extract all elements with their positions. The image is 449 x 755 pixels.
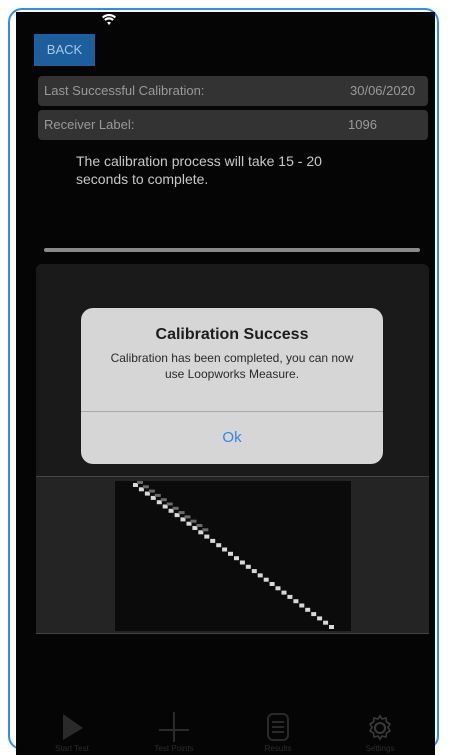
calibration-description: The calibration process will take 15 - 2…: [76, 153, 322, 187]
trace-glow: [166, 502, 173, 506]
calibration-plot: [36, 476, 429, 634]
tab-settings[interactable]: Settings: [330, 708, 430, 755]
calibration-progress-bar: [44, 248, 420, 252]
receiver-label-value: 1096: [348, 117, 377, 132]
dialog-message: Calibration has been completed, you can …: [110, 351, 354, 381]
tab-label: Settings: [365, 744, 395, 753]
trace-glow: [142, 485, 149, 489]
trace-point: [263, 577, 269, 582]
trace-point: [275, 586, 281, 591]
trace-point: [251, 569, 257, 574]
trace-point: [299, 603, 305, 608]
trace-point: [281, 590, 287, 595]
calibration-plot-area: [115, 481, 351, 631]
trace-point: [234, 556, 239, 561]
tab-results[interactable]: Results: [228, 708, 328, 755]
list-icon: [267, 713, 289, 741]
play-icon: [63, 714, 83, 740]
dialog-title: Calibration Success: [155, 326, 309, 343]
tab-start-test[interactable]: Start Test: [22, 708, 122, 755]
tab-label: Test Points: [154, 744, 194, 753]
trace-point: [245, 564, 251, 569]
trace-glow: [178, 511, 185, 515]
tab-test-points[interactable]: Test Points: [124, 708, 224, 755]
trace-glow: [172, 506, 179, 510]
trace-point: [239, 560, 245, 565]
trace-point: [269, 582, 275, 586]
receiver-label-row: Receiver Label: 1096: [38, 110, 428, 140]
trace-glow: [154, 493, 161, 497]
back-button[interactable]: BACK: [34, 34, 95, 66]
calibration-success-dialog: Calibration Success Calibration has been…: [81, 308, 383, 464]
crosshair-icon: [159, 712, 189, 742]
last-calibration-label: Last Successful Calibration:: [44, 83, 205, 98]
trace-point: [329, 625, 334, 629]
app-screen: BACK Last Successful Calibration: 30/06/…: [16, 12, 435, 755]
trace-point: [204, 534, 210, 539]
trace-glow: [137, 481, 143, 484]
trace-point: [287, 594, 293, 599]
wifi-icon: [102, 14, 116, 25]
trace-point: [210, 538, 216, 543]
trace-glow: [196, 524, 203, 527]
gear-icon: [368, 714, 392, 741]
trace-point: [222, 547, 228, 552]
trace-glow: [148, 489, 155, 493]
trace-point: [216, 543, 222, 548]
tab-label: Results: [264, 744, 292, 753]
trace-glow: [190, 519, 197, 523]
trace-glow: [184, 515, 191, 519]
calibration-diagonal-trace: [133, 481, 334, 629]
dialog-ok-button[interactable]: Ok: [81, 412, 383, 464]
tab-label: Start Test: [55, 744, 89, 753]
trace-point: [323, 620, 329, 625]
last-calibration-value: 30/06/2020: [350, 83, 416, 98]
trace-point: [305, 607, 311, 612]
receiver-label-label: Receiver Label:: [44, 117, 135, 132]
trace-glow: [160, 498, 167, 502]
trace-point: [311, 612, 317, 617]
trace-glow: [202, 528, 209, 532]
trace-point: [257, 573, 263, 578]
trace-point: [317, 616, 323, 621]
last-calibration-row: Last Successful Calibration: 30/06/2020: [38, 76, 428, 106]
trace-point: [228, 551, 233, 556]
tab-bar: Start Test Test Points Results Settings: [16, 708, 435, 755]
trace-point: [293, 599, 299, 604]
